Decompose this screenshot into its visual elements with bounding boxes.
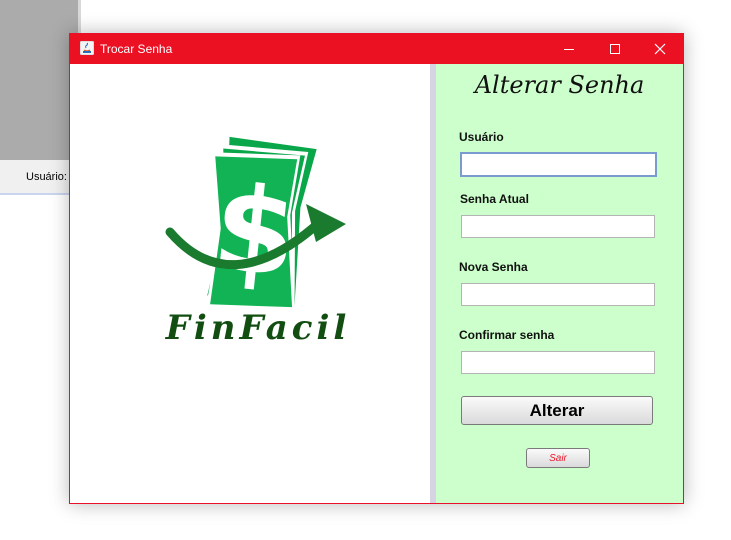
alterar-button[interactable]: Alterar bbox=[461, 396, 653, 425]
money-dollar-arrow-icon: $ bbox=[165, 136, 346, 312]
svg-text:$: $ bbox=[207, 158, 303, 304]
change-password-window: Trocar Senha $ FinFacil Alterar Senha Us… bbox=[69, 33, 684, 504]
close-icon bbox=[654, 43, 666, 55]
current-password-label: Senha Atual bbox=[460, 192, 529, 206]
new-password-input[interactable] bbox=[461, 283, 655, 306]
close-button[interactable] bbox=[637, 34, 683, 64]
username-label: Usuário bbox=[459, 130, 504, 144]
java-app-icon bbox=[79, 40, 95, 56]
window-title: Trocar Senha bbox=[100, 42, 173, 56]
background-panel bbox=[0, 0, 78, 160]
minimize-button[interactable] bbox=[546, 34, 592, 64]
background-user-label: Usuário: bbox=[26, 171, 67, 183]
password-form-panel: Alterar Senha Usuário Senha Atual Nova S… bbox=[436, 64, 683, 503]
confirm-password-input[interactable] bbox=[461, 351, 655, 374]
sair-button[interactable]: Sair bbox=[526, 448, 590, 468]
maximize-button[interactable] bbox=[592, 34, 638, 64]
brand-name: FinFacil bbox=[165, 308, 351, 348]
current-password-input[interactable] bbox=[461, 215, 655, 238]
maximize-icon bbox=[610, 44, 620, 54]
new-password-label: Nova Senha bbox=[459, 260, 528, 274]
form-title: Alterar Senha bbox=[474, 71, 645, 99]
logo-panel: $ FinFacil bbox=[70, 64, 430, 503]
title-bar[interactable]: Trocar Senha bbox=[70, 34, 683, 64]
confirm-password-label: Confirmar senha bbox=[459, 328, 555, 342]
username-input[interactable] bbox=[460, 152, 657, 177]
minimize-icon bbox=[564, 49, 574, 50]
